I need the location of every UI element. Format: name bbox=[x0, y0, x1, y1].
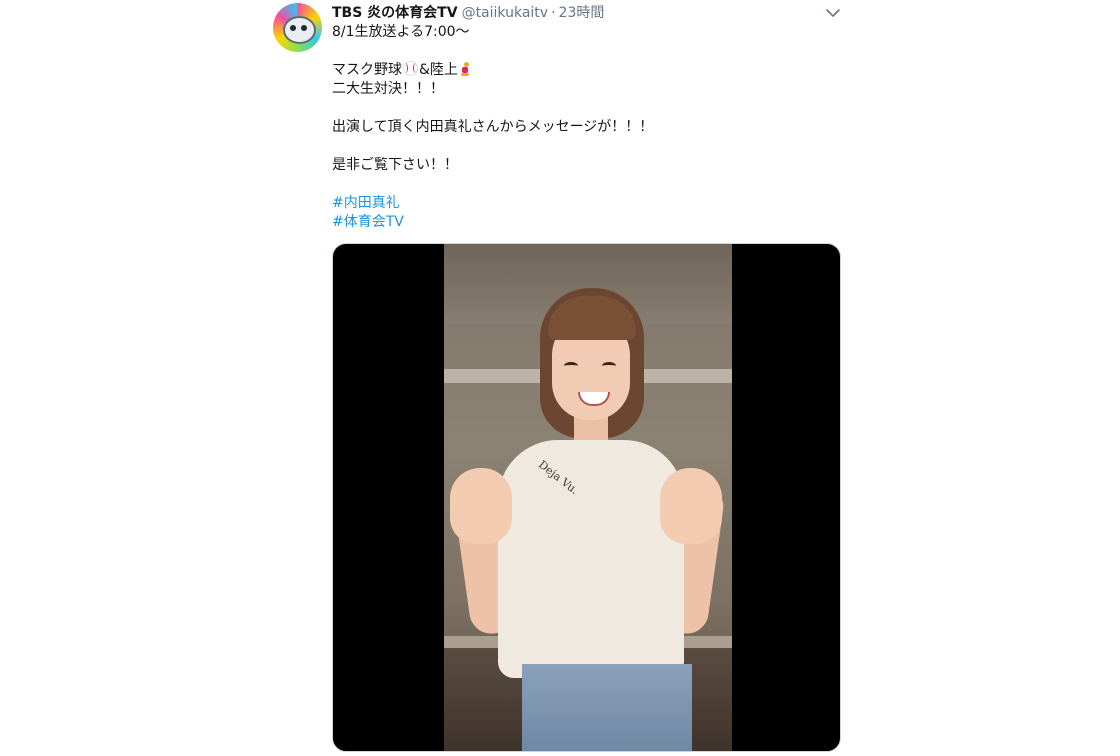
avatar-character bbox=[283, 16, 316, 44]
separator-dot: · bbox=[551, 5, 556, 21]
tweet: TBS 炎の体育会TV @taiikukaitv · 23時間 8/1生放送よる7:0… bbox=[0, 0, 1120, 756]
display-name[interactable]: TBS 炎の体育会TV bbox=[332, 5, 458, 21]
hashtag-link[interactable]: #体育会TV bbox=[332, 213, 852, 232]
profile-avatar[interactable] bbox=[273, 3, 322, 52]
tweet-line: 是非ご覧下さい！！ bbox=[332, 157, 458, 173]
tweet-line: 8/1生放送よる7:00〜 bbox=[332, 24, 470, 40]
tweet-timestamp[interactable]: 23時間 bbox=[559, 5, 605, 21]
avatar-eye bbox=[301, 25, 307, 31]
tweet-line: マスク野球 &陸上 bbox=[332, 61, 852, 80]
video-player[interactable]: Deja Vu. bbox=[332, 243, 841, 752]
video-frame: Deja Vu. bbox=[444, 244, 732, 751]
baseball-emoji bbox=[403, 61, 418, 76]
tweet-line: 二大生対決！！！ bbox=[332, 81, 444, 97]
user-handle[interactable]: @taiikukaitv bbox=[462, 5, 549, 21]
chevron-down-icon[interactable] bbox=[824, 5, 842, 21]
hashtag-link[interactable]: #内田真礼 bbox=[332, 194, 852, 213]
avatar-eye bbox=[290, 25, 296, 31]
tweet-line-text: マスク野球 bbox=[332, 62, 402, 78]
tweet-text: 8/1生放送よる7:00〜 マスク野球 &陸上 二大生対決！！！ 出演して頂く内田… bbox=[332, 23, 852, 232]
tweet-line: 出演して頂く内田真礼さんからメッセージが！！！ bbox=[332, 119, 654, 135]
runner-emoji bbox=[459, 62, 471, 77]
tweet-header: TBS 炎の体育会TV @taiikukaitv · 23時間 bbox=[332, 3, 604, 23]
tweet-line-text: &陸上 bbox=[419, 62, 458, 78]
person-hand bbox=[450, 468, 512, 544]
person-shirt bbox=[498, 440, 684, 678]
person-hand bbox=[660, 468, 722, 544]
